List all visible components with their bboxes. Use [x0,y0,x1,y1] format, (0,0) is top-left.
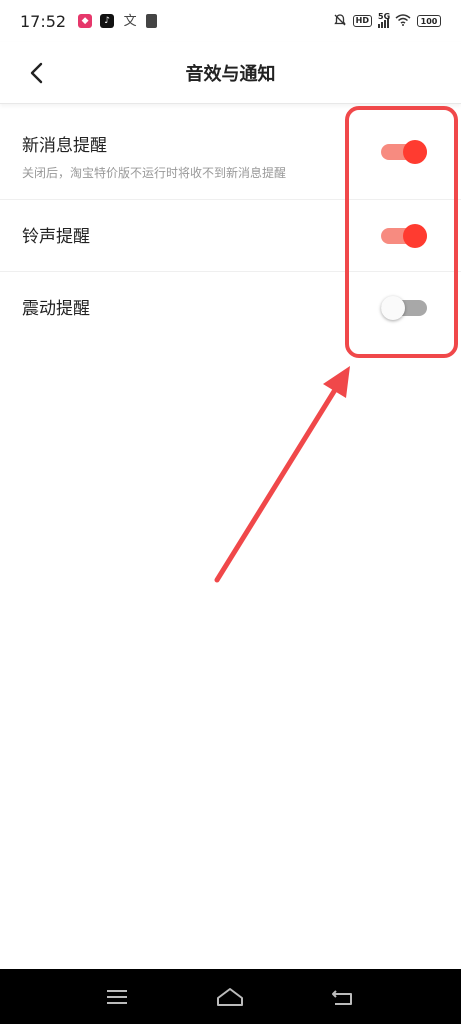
chevron-left-icon [30,62,43,84]
network-type-label: 5G [378,12,391,21]
home-button[interactable] [210,977,250,1017]
toggle-thumb [403,140,427,164]
setting-label: 铃声提醒 [22,227,90,247]
clipboard-icon [146,14,158,28]
wifi-icon [395,14,411,28]
header-bar: 音效与通知 [0,42,461,104]
status-bar: 17:52 ◆ ♪ 文 HD 5G 100 [0,0,461,42]
setting-label: 新消息提醒 [22,136,107,156]
system-nav-bar [0,969,461,1024]
return-icon [332,989,353,1005]
battery-icon: 100 [417,15,441,27]
status-right: HD 5G 100 [333,12,441,29]
mute-bell-icon [333,13,347,29]
toggle-thumb [381,296,405,320]
setting-row-new-message: 新消息提醒 关闭后，淘宝特价版不运行时将收不到新消息提醒 [0,106,461,200]
translate-icon: 文 [123,13,137,29]
ringtone-toggle[interactable] [381,222,427,250]
annotation-arrow-line [214,382,341,583]
new-message-toggle[interactable] [381,138,427,166]
toggle-thumb [403,224,427,248]
home-icon [217,987,244,1006]
status-left: 17:52 ◆ ♪ 文 [20,11,158,31]
settings-list: 新消息提醒 关闭后，淘宝特价版不运行时将收不到新消息提醒 铃声提醒 震动提醒 [0,106,461,344]
cell-signal-icon: 5G [378,12,391,28]
tiktok-icon: ♪ [100,14,115,28]
back-nav-button[interactable] [324,977,364,1017]
setting-label: 震动提醒 [22,299,90,319]
menu-icon [106,989,127,1004]
annotation-arrow-head [323,366,350,398]
status-time: 17:52 [20,11,67,31]
pinduoduo-icon: ◆ [78,14,93,28]
setting-row-vibration: 震动提醒 [0,272,461,344]
hd-badge: HD [352,15,372,27]
menu-button[interactable] [97,977,137,1017]
sound-notification-screen: 17:52 ◆ ♪ 文 HD 5G 100 音效与通知 新消息提醒 关闭后，淘宝… [0,0,461,1024]
setting-row-ringtone: 铃声提醒 [0,200,461,272]
back-button[interactable] [22,58,52,88]
vibration-toggle[interactable] [381,294,427,322]
setting-description: 关闭后，淘宝特价版不运行时将收不到新消息提醒 [22,166,287,180]
page-title: 音效与通知 [185,63,276,85]
